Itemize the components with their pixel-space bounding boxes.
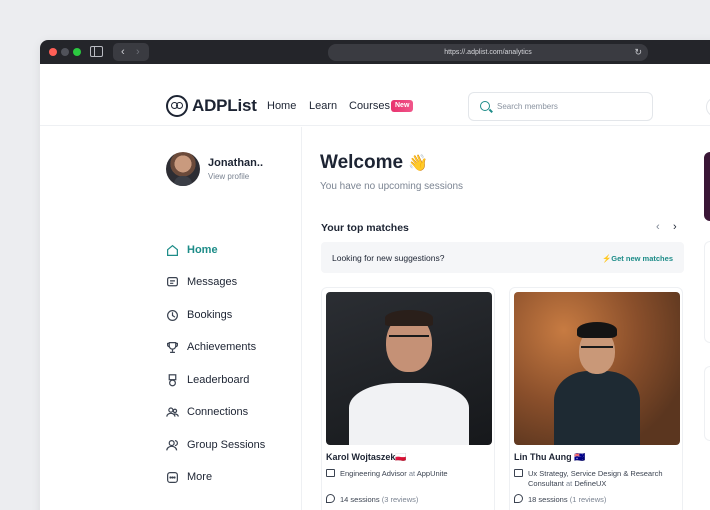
close-window-button[interactable] — [49, 48, 57, 56]
lightning-icon: ⚡ — [601, 254, 612, 263]
photo-glasses — [389, 335, 429, 341]
sidebar-toggle-icon[interactable] — [90, 46, 103, 57]
mentor-company: DefineUX — [574, 479, 607, 488]
mentor-sessions: 18 sessions (1 reviews) — [528, 495, 606, 504]
mentor-photo — [326, 292, 492, 445]
adplist-logo-icon[interactable] — [166, 95, 188, 117]
country-flag-icon: 🇦🇺 — [574, 452, 586, 462]
nav-link-learn[interactable]: Learn — [309, 100, 337, 112]
photo-shirt — [349, 383, 469, 445]
site-logo-text[interactable]: ADPList — [192, 96, 257, 116]
trophy-icon — [166, 341, 179, 354]
people-icon — [166, 406, 179, 419]
browser-toolbar: ‹ › https://.adplist.com/analytics ↻ — [40, 40, 710, 64]
search-placeholder: Search members — [497, 102, 558, 111]
mentor-card[interactable]: Karol Wojtaszek🇵🇱 Engineering Advisor at… — [321, 287, 495, 510]
sessions-icon — [514, 494, 523, 503]
mentor-role: Engineering Advisor at AppUnite — [340, 469, 490, 479]
account-avatar[interactable] — [706, 97, 710, 117]
sidebar-item-label: Bookings — [187, 309, 233, 321]
sessions-count: 18 sessions — [528, 495, 568, 504]
sessions-count: 14 sessions — [340, 495, 380, 504]
reviews-count: (1 reviews) — [569, 495, 607, 504]
at-text: at — [565, 479, 573, 488]
upcoming-sessions-text: You have no upcoming sessions — [320, 181, 464, 192]
mentor-name-text: Karol Wojtaszek — [326, 452, 396, 462]
sidebar-item-label: Home — [187, 244, 218, 256]
welcome-text: Welcome — [320, 152, 404, 173]
photo-hair — [385, 310, 433, 326]
mentor-name-text: Lin Thu Aung — [514, 452, 572, 462]
photo-shirt — [554, 371, 640, 445]
clock-icon — [166, 309, 179, 322]
nav-link-courses[interactable]: Courses — [349, 100, 390, 112]
photo-hair — [577, 322, 617, 338]
sidebar-item-label: Achievements — [187, 341, 257, 353]
top-matches-title: Your top matches — [321, 222, 409, 234]
suggestion-text: Looking for new suggestions? — [332, 253, 445, 263]
nav-link-home[interactable]: Home — [267, 100, 296, 112]
mentor-company: AppUnite — [416, 469, 448, 478]
page-title: Welcome 👋 — [320, 152, 428, 174]
mentor-photo — [514, 292, 680, 445]
home-icon — [166, 244, 179, 257]
back-arrow-icon[interactable]: ‹ — [121, 43, 125, 61]
address-bar[interactable]: https://.adplist.com/analytics ↻ — [328, 44, 648, 61]
side-card[interactable] — [704, 366, 710, 441]
forward-arrow-icon[interactable]: › — [136, 43, 140, 61]
profile-name[interactable]: Jonathan.. — [208, 157, 263, 169]
reload-icon[interactable]: ↻ — [634, 44, 642, 61]
url-text: https://.adplist.com/analytics — [444, 49, 532, 56]
group-icon — [166, 439, 179, 452]
promo-panel[interactable] — [704, 152, 710, 221]
sidebar-item-label: Messages — [187, 276, 238, 288]
briefcase-icon — [326, 469, 335, 477]
get-new-matches-link[interactable]: ⚡Get new matches — [602, 254, 673, 263]
sidebar-item-label: Group Sessions — [187, 439, 266, 451]
photo-glasses — [581, 346, 613, 352]
mentor-role-text: Engineering Advisor — [340, 469, 407, 478]
more-icon — [166, 471, 179, 484]
mentor-role: Ux Strategy, Service Design & Research C… — [528, 469, 678, 489]
browser-nav-arrows: ‹ › — [113, 43, 149, 61]
minimize-window-button[interactable] — [61, 48, 69, 56]
suggestion-banner: Looking for new suggestions? ⚡Get new ma… — [321, 242, 684, 273]
search-input[interactable]: Search members — [468, 92, 653, 121]
get-new-matches-label: Get new matches — [611, 254, 673, 263]
chevron-left-icon[interactable]: ‹ — [656, 221, 660, 233]
sessions-icon — [326, 494, 335, 503]
search-icon — [480, 101, 490, 111]
mentor-name: Karol Wojtaszek🇵🇱 — [326, 452, 407, 463]
sidebar-item-label: Connections — [187, 406, 249, 418]
wave-emoji: 👋 — [408, 155, 429, 172]
side-card[interactable] — [704, 241, 710, 343]
sidebar: Jonathan.. View profile Home Messages Bo… — [40, 127, 302, 510]
briefcase-icon — [514, 469, 523, 477]
mentor-card[interactable]: Lin Thu Aung 🇦🇺 Ux Strategy, Service Des… — [509, 287, 683, 510]
medal-icon — [166, 374, 179, 387]
view-profile-link[interactable]: View profile — [208, 172, 249, 181]
site-header: ADPList Home Learn Courses New Search me… — [40, 64, 710, 126]
chevron-right-icon[interactable]: › — [673, 221, 677, 233]
maximize-window-button[interactable] — [73, 48, 81, 56]
sidebar-item-label: More — [187, 471, 213, 483]
country-flag-icon: 🇵🇱 — [395, 452, 407, 462]
reviews-count: (3 reviews) — [381, 495, 419, 504]
at-text: at — [408, 469, 416, 478]
avatar[interactable] — [166, 152, 200, 186]
sidebar-item-label: Leaderboard — [187, 374, 250, 386]
mentor-name: Lin Thu Aung 🇦🇺 — [514, 452, 585, 463]
browser-window: ‹ › https://.adplist.com/analytics ↻ ADP… — [40, 40, 710, 510]
mentor-sessions: 14 sessions (3 reviews) — [340, 495, 418, 504]
message-icon — [166, 276, 179, 289]
new-badge: New — [391, 100, 414, 112]
